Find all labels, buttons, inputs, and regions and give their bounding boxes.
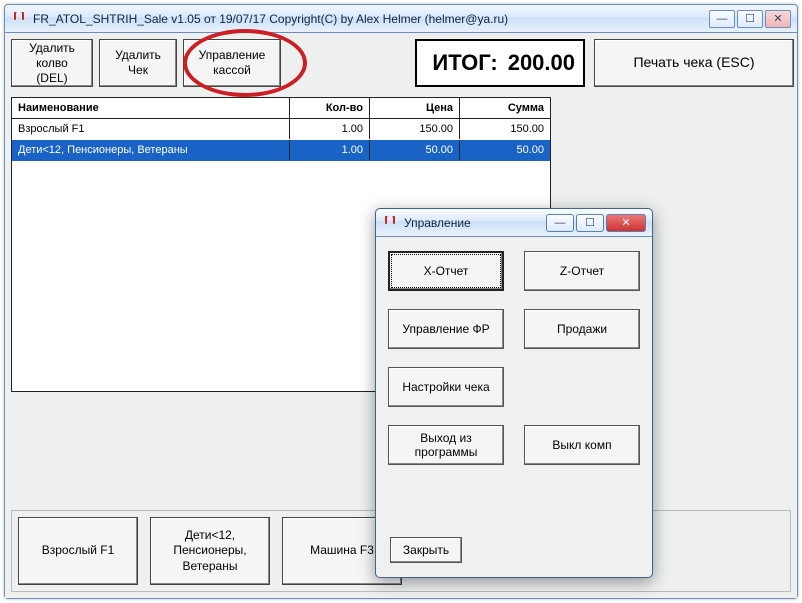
table-header: Наименование Кол-во Цена Сумма — [12, 98, 550, 119]
preset-children-button[interactable]: Дети<12, Пенсионеры, Ветераны — [150, 517, 270, 585]
manage-dialog: Управление — ☐ ✕ X-Отчет Z-Отчет Управле… — [375, 208, 653, 578]
manage-fr-button[interactable]: Управление ФР — [388, 309, 504, 349]
header-price: Цена — [370, 98, 460, 118]
total-label: ИТОГ: — [432, 50, 497, 76]
manage-cash-button[interactable]: Управление кассой — [183, 39, 281, 87]
cell-qty: 1.00 — [290, 140, 370, 160]
header-sum: Сумма — [460, 98, 550, 118]
x-report-button[interactable]: X-Отчет — [388, 251, 504, 291]
preset-adult-button[interactable]: Взрослый F1 — [18, 517, 138, 585]
header-qty: Кол-во — [290, 98, 370, 118]
table-row[interactable]: Дети<12, Пенсионеры, Ветераны1.0050.0050… — [12, 140, 550, 161]
delete-check-button[interactable]: Удалить Чек — [99, 39, 177, 87]
client-area: Удалить колво (DEL) Удалить Чек Управлен… — [5, 33, 797, 598]
dialog-minimize-button[interactable]: — — [546, 214, 574, 232]
dialog-maximize-button[interactable]: ☐ — [576, 214, 604, 232]
cell-sum: 150.00 — [460, 119, 550, 139]
dialog-title: Управление — [404, 216, 546, 230]
cell-name: Дети<12, Пенсионеры, Ветераны — [12, 140, 290, 160]
main-window: FR_ATOL_SHTRIH_Sale v1.05 от 19/07/17 Co… — [4, 4, 798, 599]
maximize-button[interactable]: ☐ — [737, 10, 763, 28]
total-display: ИТОГ: 200.00 — [415, 39, 585, 87]
cell-price: 150.00 — [370, 119, 460, 139]
check-settings-button[interactable]: Настройки чека — [388, 367, 504, 407]
z-report-button[interactable]: Z-Отчет — [524, 251, 640, 291]
print-check-button[interactable]: Печать чека (ESC) — [594, 39, 794, 87]
cell-name: Взрослый F1 — [12, 119, 290, 139]
cell-qty: 1.00 — [290, 119, 370, 139]
top-toolbar: Удалить колво (DEL) Удалить Чек Управлен… — [5, 33, 797, 93]
header-name: Наименование — [12, 98, 290, 118]
cell-price: 50.00 — [370, 140, 460, 160]
delete-qty-button[interactable]: Удалить колво (DEL) — [11, 39, 93, 87]
close-button[interactable]: ✕ — [765, 10, 791, 28]
dialog-close-button[interactable]: Закрыть — [390, 537, 462, 563]
dialog-close-x-button[interactable]: ✕ — [606, 214, 646, 232]
shutdown-button[interactable]: Выкл комп — [524, 425, 640, 465]
window-title: FR_ATOL_SHTRIH_Sale v1.05 от 19/07/17 Co… — [33, 12, 709, 26]
exit-program-button[interactable]: Выход из программы — [388, 425, 504, 465]
table-row[interactable]: Взрослый F11.00150.00150.00 — [12, 119, 550, 140]
total-value: 200.00 — [508, 50, 575, 76]
cell-sum: 50.00 — [460, 140, 550, 160]
sales-button[interactable]: Продажи — [524, 309, 640, 349]
minimize-button[interactable]: — — [709, 10, 735, 28]
table-body: Взрослый F11.00150.00150.00Дети<12, Пенс… — [12, 119, 550, 161]
app-icon — [11, 11, 27, 27]
dialog-body: X-Отчет Z-Отчет Управление ФР Продажи На… — [376, 237, 652, 577]
dialog-titlebar: Управление — ☐ ✕ — [376, 209, 652, 237]
dialog-icon — [382, 215, 398, 231]
titlebar: FR_ATOL_SHTRIH_Sale v1.05 от 19/07/17 Co… — [5, 5, 797, 33]
